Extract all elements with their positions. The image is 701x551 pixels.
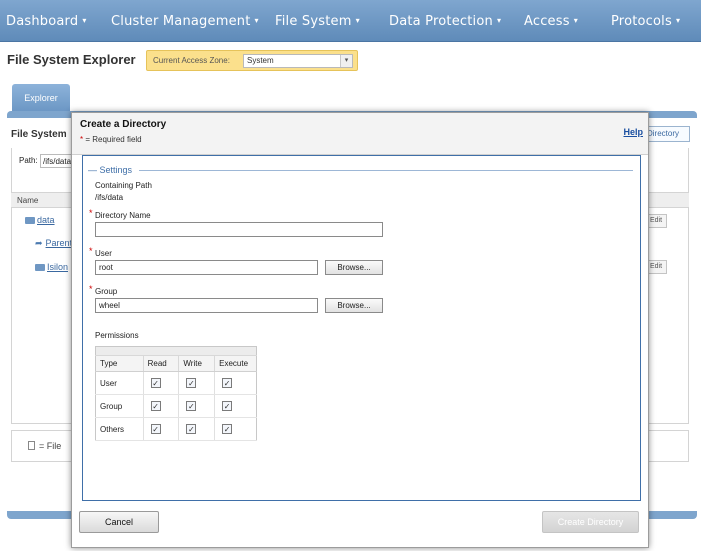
chevron-down-icon: ▾ (675, 16, 681, 25)
create-directory-submit-button[interactable]: Create Directory (542, 511, 639, 533)
user-label: * User (89, 246, 112, 258)
column-header: Execute (214, 355, 257, 372)
create-directory-dialog: Create a Directory * = Required field He… (71, 112, 649, 548)
help-link[interactable]: Help (623, 127, 643, 137)
list-item[interactable]: ➦ Parent (35, 238, 72, 249)
nav-file-system[interactable]: File System ▾ (275, 14, 360, 29)
nav-data-protection-label: Data Protection (389, 14, 493, 29)
nav-data-protection[interactable]: Data Protection ▾ (389, 14, 501, 29)
nav-protocols-label: Protocols (611, 14, 672, 29)
execute-checkbox[interactable]: ✓ (222, 378, 233, 388)
browse-user-button[interactable]: Browse... (325, 260, 383, 275)
required-star: * (89, 208, 93, 218)
table-top-strip (95, 346, 257, 356)
browse-group-button[interactable]: Browse... (325, 298, 383, 313)
nav-dashboard-label: Dashboard (6, 14, 79, 29)
required-star: * (89, 284, 93, 294)
legend-file: = File (28, 440, 61, 451)
required-star: * (80, 135, 84, 144)
table-row: Others ✓ ✓ ✓ (95, 417, 257, 441)
chevron-down-icon: ▾ (496, 16, 502, 25)
path-input[interactable]: /ifs/data (40, 154, 72, 168)
chevron-down-icon: ▾ (82, 16, 87, 25)
containing-path-label: Containing Path (95, 181, 152, 190)
nav-cluster-management[interactable]: Cluster Management ▾ (111, 14, 259, 29)
create-directory-button[interactable]: Directory (644, 126, 690, 142)
chevron-down-icon: ▾ (254, 16, 259, 25)
nav-file-system-label: File System (275, 14, 352, 29)
column-header: Read (143, 355, 180, 372)
read-checkbox[interactable]: ✓ (150, 424, 161, 434)
chevron-down-icon: ▾ (340, 55, 352, 67)
chevron-down-icon: ▾ (573, 16, 578, 25)
user-input[interactable]: root (95, 260, 318, 275)
write-checkbox[interactable]: ✓ (186, 401, 197, 411)
access-zone-box: Current Access Zone: System ▾ (146, 50, 358, 71)
permission-type: Group (95, 394, 144, 418)
nav-access[interactable]: Access ▾ (524, 14, 578, 29)
user-label-text: User (95, 249, 112, 258)
directory-name-label: * Directory Name (89, 208, 151, 220)
list-item-label: data (37, 215, 55, 225)
execute-checkbox[interactable]: ✓ (222, 424, 233, 434)
tab-explorer[interactable]: Explorer (12, 84, 70, 112)
dialog-header: Create a Directory * = Required field He… (72, 113, 648, 155)
read-checkbox[interactable]: ✓ (150, 378, 161, 388)
list-item-label: Isilon (47, 262, 69, 272)
directory-name-label-text: Directory Name (95, 211, 151, 220)
access-zone-label: Current Access Zone: (153, 56, 230, 65)
nav-protocols[interactable]: Protocols ▾ (611, 14, 680, 29)
access-zone-select[interactable]: System ▾ (243, 54, 353, 68)
required-field-note: * = Required field (80, 135, 142, 144)
table-row: User ✓ ✓ ✓ (95, 371, 257, 395)
cancel-button[interactable]: Cancel (79, 511, 159, 533)
permission-type: User (95, 371, 144, 395)
access-zone-value: System (247, 56, 274, 65)
read-checkbox[interactable]: ✓ (150, 401, 161, 411)
folder-icon (25, 217, 35, 224)
chevron-down-icon: ▾ (355, 16, 360, 25)
nav-dashboard[interactable]: Dashboard ▾ (6, 14, 87, 29)
containing-path-value: /ifs/data (95, 193, 124, 202)
permissions-label: Permissions (95, 331, 139, 340)
folder-icon (35, 264, 45, 271)
list-item[interactable]: data (25, 215, 55, 225)
permissions-table: Type Read Write Execute User ✓ ✓ ✓ Group… (95, 346, 257, 441)
settings-legend: — Settings (88, 165, 133, 175)
column-name-header: Name (17, 196, 39, 205)
file-icon (28, 441, 35, 450)
top-nav: Dashboard ▾ Cluster Management ▾ File Syst… (0, 0, 701, 42)
page-title: File System Explorer (7, 52, 136, 67)
write-checkbox[interactable]: ✓ (186, 378, 197, 388)
group-label: * Group (89, 284, 118, 296)
column-header: Write (178, 355, 216, 372)
execute-checkbox[interactable]: ✓ (222, 401, 233, 411)
write-checkbox[interactable]: ✓ (186, 424, 197, 434)
required-note-text: = Required field (85, 135, 142, 144)
group-label-text: Group (95, 287, 118, 296)
nav-access-label: Access (524, 14, 570, 29)
arrow-up-icon: ➦ (35, 238, 43, 248)
explorer-section-title: File System (11, 129, 67, 140)
legend-file-label: = File (39, 441, 62, 451)
permission-type: Others (95, 417, 144, 441)
divider (139, 170, 633, 171)
list-item-label: Parent (45, 238, 73, 248)
settings-fieldset: — Settings Containing Path /ifs/data * Di… (82, 155, 641, 501)
column-header: Type (95, 355, 144, 372)
group-input[interactable]: wheel (95, 298, 318, 313)
nav-cluster-management-label: Cluster Management (111, 14, 251, 29)
path-label: Path: (19, 156, 38, 165)
required-star: * (89, 246, 93, 256)
dialog-title: Create a Directory (80, 119, 167, 130)
table-row: Group ✓ ✓ ✓ (95, 394, 257, 418)
directory-name-input[interactable] (95, 222, 383, 237)
list-item[interactable]: Isilon (35, 262, 68, 272)
